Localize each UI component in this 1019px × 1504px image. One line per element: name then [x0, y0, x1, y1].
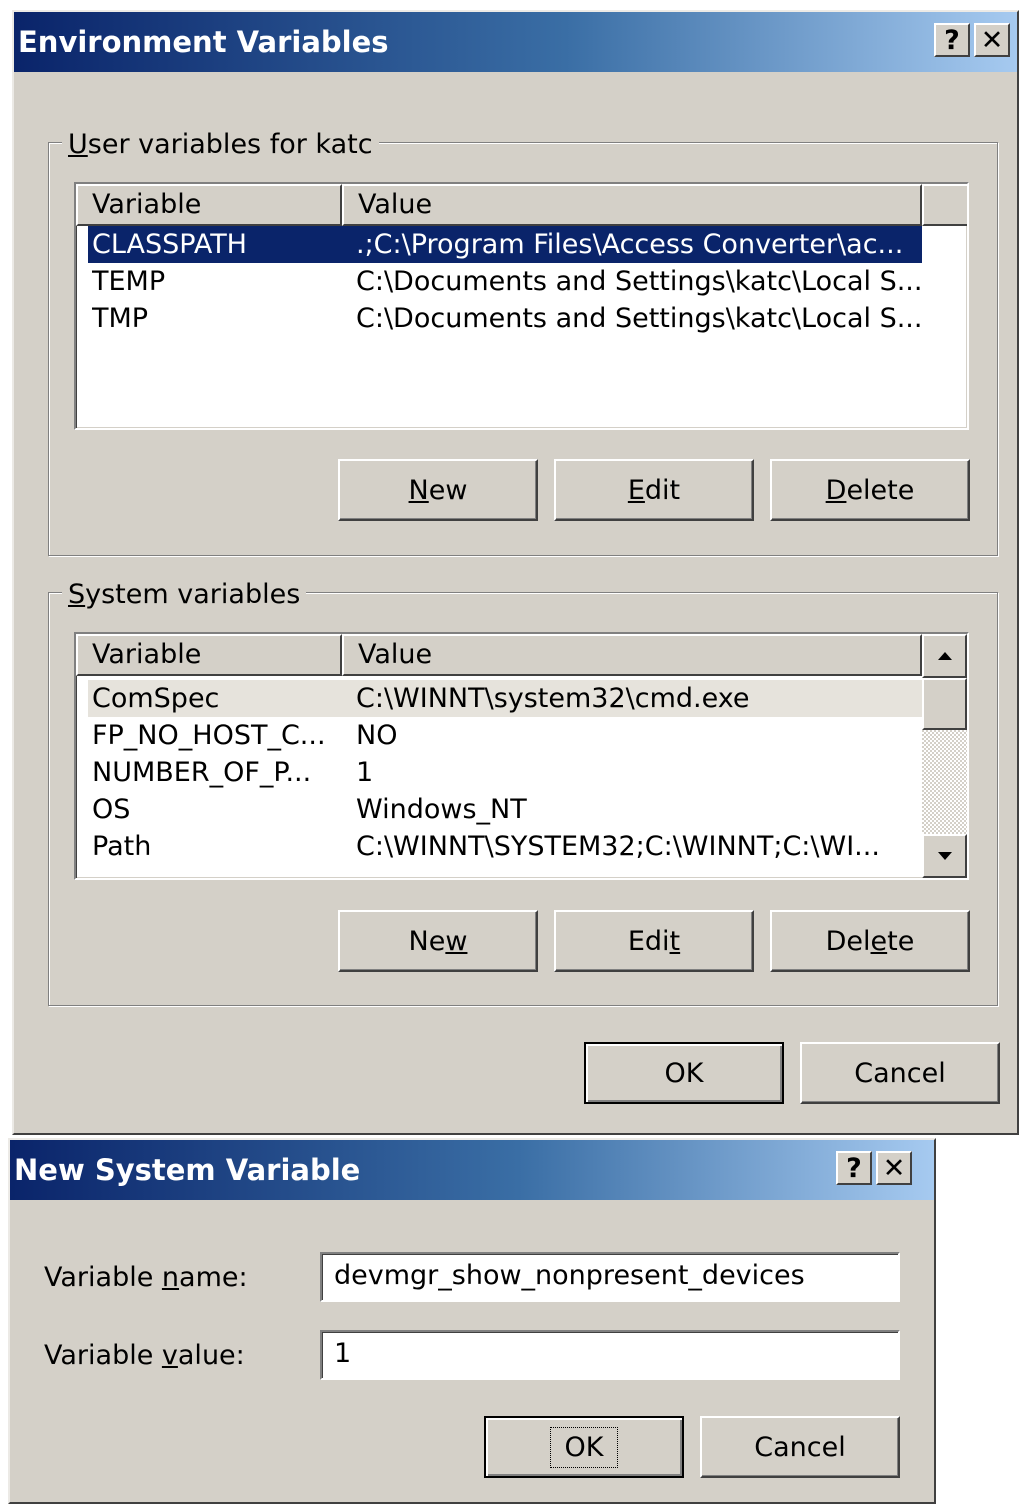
system-new-button[interactable]: Ne w: [338, 910, 538, 972]
new-system-variable-window: New System Variable ? ✕ Variable name: d…: [8, 1138, 936, 1504]
column-header-value[interactable]: Value: [342, 184, 922, 226]
value-cell: NO: [356, 720, 398, 751]
arrow-up-icon: [937, 652, 952, 660]
table-row[interactable]: OS Windows_NT: [88, 791, 922, 828]
help-icon: ?: [944, 24, 960, 56]
table-row[interactable]: FP_NO_HOST_C... NO: [88, 717, 922, 754]
variable-cell: ComSpec: [92, 683, 220, 714]
variable-cell: OS: [92, 794, 131, 825]
variable-cell: TMP: [92, 303, 149, 334]
value-cell: C:\WINNT\system32\cmd.exe: [356, 683, 750, 714]
table-row[interactable]: Path C:\WINNT\SYSTEM32;C:\WINNT;C:\WI...: [88, 828, 922, 865]
value-cell: C:\WINNT\SYSTEM32;C:\WINNT;C:\WI...: [356, 831, 880, 862]
system-variables-legend: System variables: [62, 578, 307, 612]
value-cell: 1: [356, 757, 374, 788]
variable-value-field[interactable]: 1: [320, 1330, 900, 1380]
variable-cell: Path: [92, 831, 152, 862]
ok-button[interactable]: OK: [484, 1416, 684, 1478]
ok-button[interactable]: OK: [584, 1042, 784, 1104]
title-bar: New System Variable: [10, 1140, 934, 1200]
close-icon: ✕: [980, 24, 1004, 56]
focus-ring: OK: [549, 1426, 619, 1468]
column-header-filler: [922, 184, 967, 226]
user-delete-button[interactable]: Delete: [770, 459, 970, 521]
close-button[interactable]: ✕: [974, 23, 1010, 57]
window-title: New System Variable: [14, 1153, 361, 1187]
title-bar: Environment Variables: [14, 12, 1017, 72]
column-header-value[interactable]: Value: [342, 634, 922, 676]
value-cell: .;C:\Program Files\Access Converter\ac..…: [356, 229, 904, 260]
arrow-down-icon: [937, 852, 952, 860]
value-cell: C:\Documents and Settings\katc\Local S..…: [356, 266, 923, 297]
close-button[interactable]: ✕: [876, 1151, 912, 1185]
scroll-up-button[interactable]: [922, 634, 967, 678]
variable-cell: CLASSPATH: [92, 229, 247, 260]
variable-cell: FP_NO_HOST_C...: [92, 720, 326, 751]
environment-variables-window: Environment Variables ? ✕ User variables…: [12, 10, 1019, 1135]
variable-value-label: Variable value:: [44, 1340, 245, 1371]
variable-cell: TEMP: [92, 266, 166, 297]
window-title: Environment Variables: [18, 25, 389, 59]
user-variables-list[interactable]: Variable Value CLASSPATH .;C:\Program Fi…: [74, 182, 969, 430]
cancel-button[interactable]: Cancel: [700, 1416, 900, 1478]
user-edit-button[interactable]: Edit: [554, 459, 754, 521]
value-cell: Windows_NT: [356, 794, 527, 825]
variable-name-label: Variable name:: [44, 1262, 248, 1293]
system-delete-button[interactable]: Del e te: [770, 910, 970, 972]
table-row[interactable]: TEMP C:\Documents and Settings\katc\Loca…: [88, 263, 922, 300]
scroll-thumb[interactable]: [922, 678, 967, 730]
user-variables-legend: User variables for katc: [62, 128, 379, 162]
system-variables-list[interactable]: Variable Value ComSpec C:\WINNT\system32…: [74, 632, 969, 880]
help-button[interactable]: ?: [836, 1151, 872, 1185]
variable-name-field[interactable]: devmgr_show_nonpresent_devices: [320, 1252, 900, 1302]
help-icon: ?: [846, 1152, 862, 1184]
column-header-variable[interactable]: Variable: [76, 634, 342, 676]
system-edit-button[interactable]: Edi t: [554, 910, 754, 972]
table-row[interactable]: CLASSPATH .;C:\Program Files\Access Conv…: [88, 226, 922, 263]
help-button[interactable]: ?: [934, 23, 970, 57]
cancel-button[interactable]: Cancel: [800, 1042, 1000, 1104]
table-row[interactable]: TMP C:\Documents and Settings\katc\Local…: [88, 300, 922, 337]
variable-cell: NUMBER_OF_P...: [92, 757, 312, 788]
close-icon: ✕: [882, 1152, 906, 1184]
value-cell: C:\Documents and Settings\katc\Local S..…: [356, 303, 923, 334]
table-row[interactable]: ComSpec C:\WINNT\system32\cmd.exe: [88, 680, 922, 717]
user-new-button[interactable]: New: [338, 459, 538, 521]
vertical-scrollbar[interactable]: [922, 634, 967, 878]
table-row[interactable]: NUMBER_OF_P... 1: [88, 754, 922, 791]
column-header-variable[interactable]: Variable: [76, 184, 342, 226]
scroll-down-button[interactable]: [922, 834, 967, 878]
